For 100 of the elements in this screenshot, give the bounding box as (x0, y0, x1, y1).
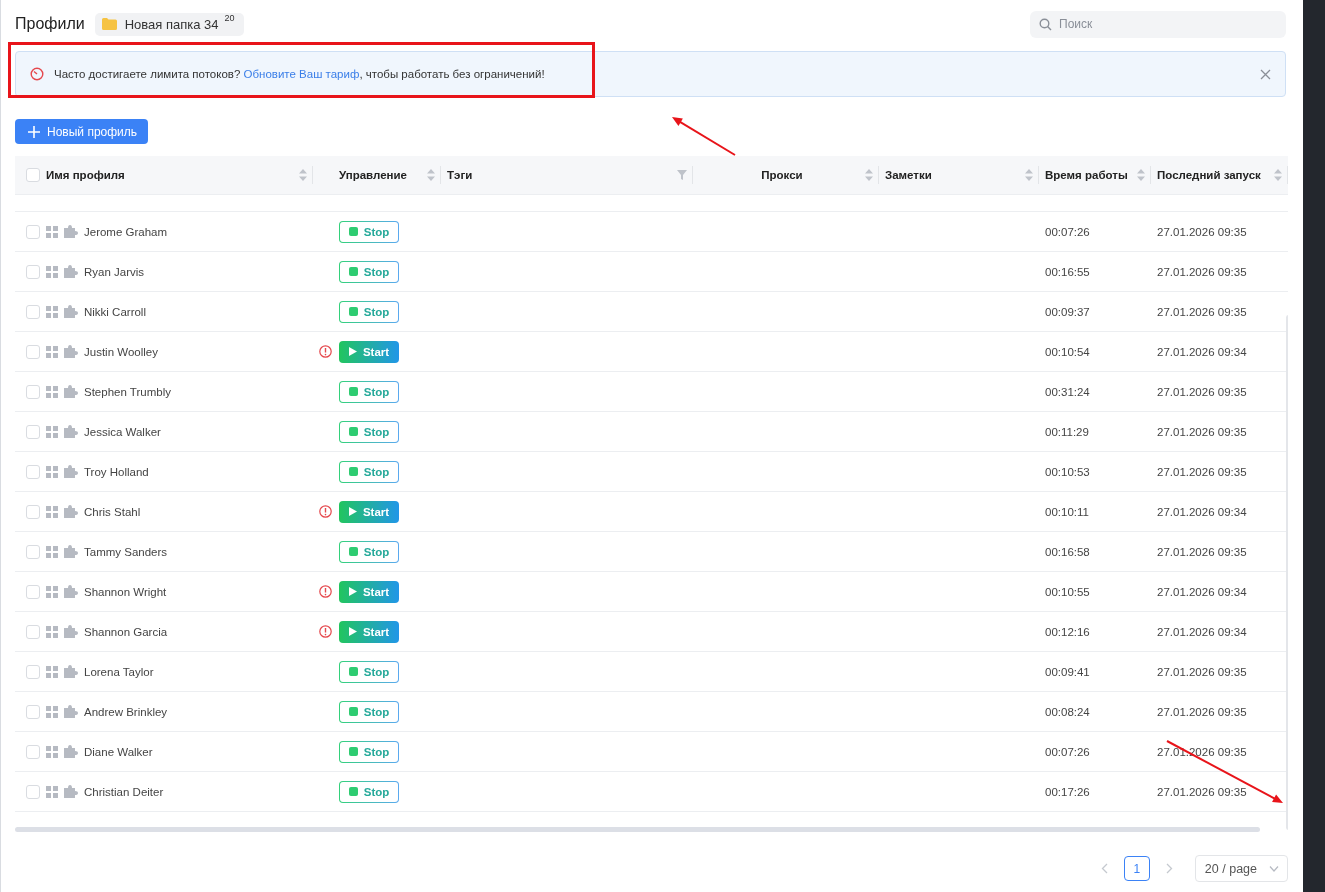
checkbox[interactable] (26, 664, 40, 679)
profile-name[interactable]: Jerome Graham (84, 225, 168, 238)
puzzle-icon[interactable] (64, 265, 78, 278)
puzzle-icon[interactable] (64, 385, 78, 398)
sort-icon[interactable] (299, 169, 307, 181)
grid-icon[interactable] (46, 385, 58, 398)
uptime-text: 00:10:53 (1045, 465, 1090, 478)
checkbox[interactable] (26, 264, 40, 279)
checkbox[interactable] (26, 384, 40, 399)
play-icon (348, 627, 357, 636)
profile-name[interactable]: Shannon Wright (84, 585, 167, 598)
uptime-text: 00:08:24 (1045, 705, 1090, 718)
grid-icon[interactable] (46, 585, 58, 598)
stop-icon (348, 387, 358, 396)
checkbox[interactable] (26, 584, 40, 599)
checkbox[interactable] (26, 224, 40, 239)
sort-icon[interactable] (865, 169, 873, 181)
profile-name[interactable]: Chris Stahl (84, 505, 141, 518)
page-button[interactable]: 1 (1123, 856, 1150, 881)
grid-icon[interactable] (46, 665, 58, 678)
checkbox[interactable] (26, 464, 40, 479)
grid-icon[interactable] (46, 505, 58, 518)
profile-name[interactable]: Troy Holland (84, 465, 149, 478)
sort-icon[interactable] (1274, 169, 1282, 181)
puzzle-icon[interactable] (64, 305, 78, 318)
column-header[interactable]: Последний запуск (1157, 169, 1261, 181)
profile-name[interactable]: Justin Woolley (84, 345, 158, 358)
search-field[interactable]: Поиск (1030, 10, 1286, 38)
grid-icon[interactable] (46, 225, 58, 238)
page-size-select[interactable]: 20 / page (1194, 855, 1288, 882)
uptime-text: 00:09:37 (1045, 305, 1090, 318)
grid-icon[interactable] (46, 465, 58, 478)
checkbox[interactable] (26, 344, 40, 359)
profile-name[interactable]: Shannon Garcia (84, 625, 168, 638)
chevron-left-icon[interactable] (1100, 863, 1108, 874)
checkbox[interactable] (26, 424, 40, 439)
grid-icon[interactable] (46, 745, 58, 758)
last-launch-text: 27.01.2026 09:35 (1157, 305, 1247, 318)
sort-icon[interactable] (1137, 169, 1145, 181)
checkbox[interactable] (26, 744, 40, 759)
folder-chip[interactable]: Новая папка 34 20 (94, 12, 244, 36)
column-header[interactable]: Тэги (447, 169, 473, 181)
puzzle-icon[interactable] (64, 585, 78, 598)
column-header[interactable]: Заметки (885, 169, 932, 181)
puzzle-icon[interactable] (64, 505, 78, 518)
profile-name[interactable]: Nikki Carroll (84, 305, 146, 318)
uptime-text: 00:07:26 (1045, 745, 1090, 758)
scrollbar[interactable] (15, 827, 1260, 832)
grid-icon[interactable] (46, 545, 58, 558)
sort-icon[interactable] (427, 169, 435, 181)
profile-name[interactable]: Christian Deiter (84, 785, 164, 798)
checkbox[interactable] (26, 504, 40, 519)
column-header[interactable]: Время работы (1045, 169, 1128, 181)
sort-icon[interactable] (1025, 169, 1033, 181)
profile-name[interactable]: Jessica Walker (84, 425, 161, 438)
grid-icon[interactable] (46, 425, 58, 438)
puzzle-icon[interactable] (64, 785, 78, 798)
puzzle-icon[interactable] (64, 745, 78, 758)
puzzle-icon[interactable] (64, 225, 78, 238)
grid-icon[interactable] (46, 305, 58, 318)
puzzle-icon[interactable] (64, 425, 78, 438)
profile-name[interactable]: Stephen Trumbly (84, 385, 171, 398)
column-header[interactable]: Управление (339, 169, 407, 181)
puzzle-icon[interactable] (64, 705, 78, 718)
checkbox[interactable] (26, 168, 40, 182)
plus-icon (28, 125, 40, 138)
puzzle-icon[interactable] (64, 625, 78, 638)
profile-name[interactable]: Tammy Sanders (84, 545, 168, 558)
grid-icon[interactable] (46, 785, 58, 798)
profile-name[interactable]: Andrew Brinkley (84, 705, 168, 718)
stop-icon (348, 707, 358, 716)
stop-icon (348, 787, 358, 796)
grid-icon[interactable] (46, 265, 58, 278)
last-launch-text: 27.01.2026 09:35 (1157, 545, 1247, 558)
column-header[interactable]: Прокси (761, 169, 803, 181)
column-header[interactable]: Имя профиля (46, 169, 125, 181)
grid-icon[interactable] (46, 345, 58, 358)
checkbox[interactable] (26, 784, 40, 799)
grid-icon[interactable] (46, 705, 58, 718)
uptime-text: 00:10:11 (1045, 505, 1089, 518)
puzzle-icon[interactable] (64, 345, 78, 358)
new-profile-button[interactable]: Новый профиль (15, 119, 149, 144)
chevron-right-icon[interactable] (1165, 863, 1173, 874)
puzzle-icon[interactable] (64, 465, 78, 478)
checkbox[interactable] (26, 624, 40, 639)
grid-icon[interactable] (46, 625, 58, 638)
profile-name[interactable]: Ryan Jarvis (84, 265, 145, 278)
close-icon[interactable] (1260, 68, 1271, 80)
puzzle-icon[interactable] (64, 545, 78, 558)
checkbox[interactable] (26, 304, 40, 319)
profile-name[interactable]: Diane Walker (84, 745, 153, 758)
last-launch-text: 27.01.2026 09:35 (1157, 785, 1247, 798)
uptime-text: 00:16:58 (1045, 545, 1090, 558)
profile-name[interactable]: Lorena Taylor (84, 665, 154, 678)
filter-icon[interactable] (677, 170, 687, 180)
checkbox[interactable] (26, 544, 40, 559)
checkbox[interactable] (26, 704, 40, 719)
stop-icon (348, 227, 358, 236)
last-launch-text: 27.01.2026 09:35 (1157, 665, 1247, 678)
puzzle-icon[interactable] (64, 665, 78, 678)
